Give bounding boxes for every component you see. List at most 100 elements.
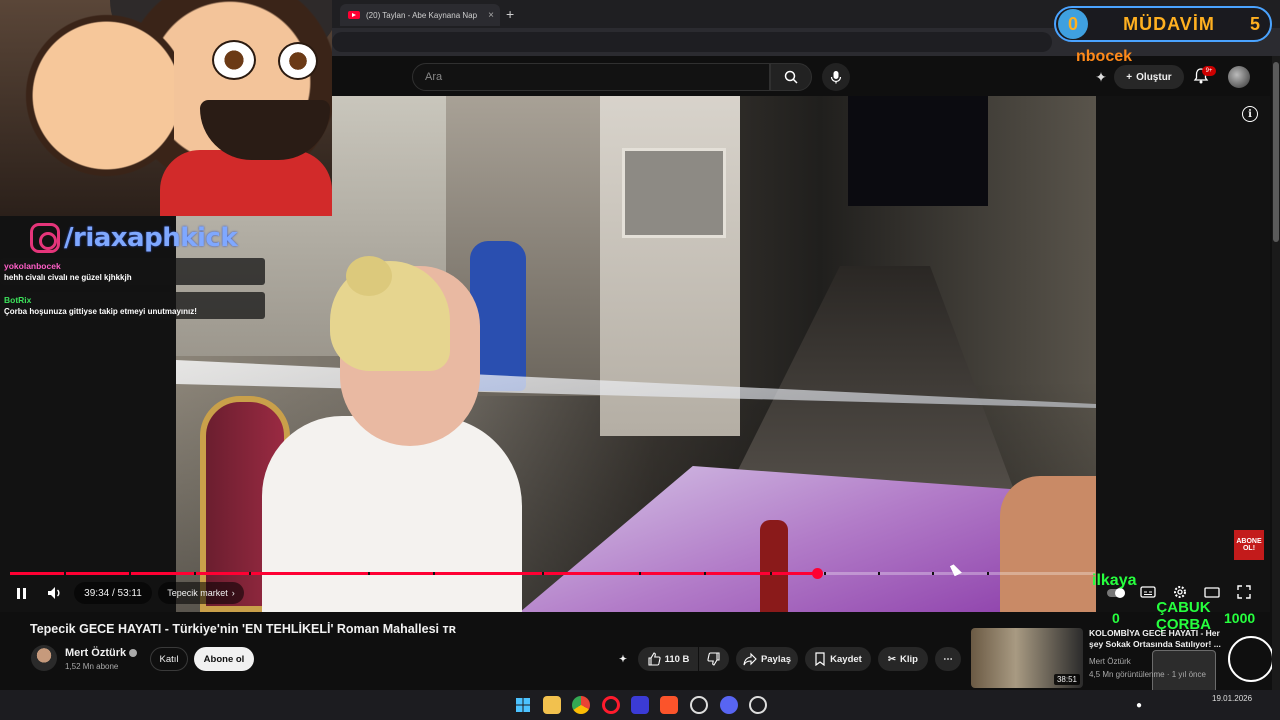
fullscreen-button[interactable] — [1236, 584, 1254, 602]
thumbs-down-icon — [707, 652, 720, 666]
mudavim-label: MÜDAVİM — [1123, 13, 1215, 34]
obs-icon[interactable] — [749, 696, 767, 714]
channel-name[interactable]: Mert Öztürk — [65, 647, 138, 659]
video-scene-sky — [848, 96, 988, 206]
voice-search-button[interactable] — [822, 63, 850, 91]
recommended-video-title[interactable]: KOLOMBİYA GECE HAYATI - Her şey Sokak Or… — [1089, 628, 1223, 650]
volume-icon — [48, 587, 60, 599]
corba-line: ÇABUK — [1156, 599, 1211, 616]
chat-message: yokolanbocek hehh civalı civalı ne güzel… — [0, 258, 265, 285]
instagram-handle-overlay: /riaxaphkick — [30, 222, 238, 254]
clip-label: Klip — [900, 653, 918, 665]
time-display: 39:34 / 53:11 — [74, 582, 152, 604]
theater-icon — [1204, 587, 1220, 598]
video-scene-hair-bun — [346, 256, 392, 296]
share-button[interactable]: Paylaş — [736, 647, 798, 671]
recommended-video-meta: 4,5 Mn görüntülenme · 1 yıl önce — [1089, 670, 1206, 679]
channel-avatar[interactable] — [31, 645, 57, 671]
chapter-marker — [878, 572, 880, 575]
chapter-marker — [194, 572, 197, 575]
share-icon — [743, 652, 757, 666]
taskbar-clock[interactable]: 19.01.2026 — [1212, 694, 1252, 704]
chapter-marker — [639, 572, 642, 575]
recommended-video-channel[interactable]: Mert Öztürk — [1089, 657, 1131, 666]
video-scene-window — [622, 148, 726, 238]
video-scene-bottle — [760, 520, 788, 612]
discord-icon[interactable] — [720, 696, 738, 714]
webcam-shirt — [160, 150, 332, 216]
recommended-video-thumbnail[interactable]: 38:51 — [971, 628, 1083, 688]
mudavim-level: 0 — [1058, 9, 1088, 39]
webcam-overlay — [0, 0, 332, 216]
remix-button[interactable]: ✦ — [612, 647, 634, 671]
chapter-button[interactable]: Tepecik market › — [158, 582, 244, 604]
subscribe-button[interactable]: Abone ol — [194, 647, 254, 671]
chat-message: BotRix Çorba hoşunuza gittiyse takip etm… — [0, 292, 265, 319]
browser-tab[interactable]: (20) Taylan - Abe Kaynana Nap × — [340, 4, 500, 26]
video-scene-arm — [1000, 476, 1096, 612]
abone-line: ABONE — [1236, 538, 1262, 545]
chapter-marker — [823, 572, 826, 575]
clock-date: 19.01.2026 — [1212, 694, 1253, 703]
scrollbar-thumb[interactable] — [1273, 62, 1279, 242]
windows-start-icon[interactable] — [514, 696, 532, 714]
app-icon[interactable] — [631, 696, 649, 714]
chevron-right-icon: › — [231, 588, 235, 598]
file-explorer-icon[interactable] — [543, 696, 561, 714]
search-input[interactable]: Ara — [412, 63, 770, 91]
channel-name-text: Mert Öztürk — [65, 647, 127, 659]
search-button[interactable] — [770, 63, 812, 91]
video-scene-person — [262, 416, 522, 612]
url-field[interactable] — [332, 32, 1052, 52]
chat-username: yokolanbocek — [4, 261, 61, 271]
pause-button[interactable] — [12, 584, 30, 602]
browser-tab-title: (20) Taylan - Abe Kaynana Nap — [366, 10, 478, 20]
chapter-marker — [368, 572, 371, 575]
fullscreen-icon — [1237, 585, 1251, 599]
subscriber-count: 1,52 Mn abone — [65, 662, 119, 671]
brave-icon[interactable] — [660, 696, 678, 714]
close-tab-icon[interactable]: × — [488, 10, 494, 21]
youtube-icon — [348, 11, 360, 19]
chrome-icon[interactable] — [572, 696, 590, 714]
like-button[interactable]: 110 B — [638, 647, 698, 671]
join-button[interactable]: Katıl — [150, 647, 188, 671]
chapter-marker — [64, 572, 67, 575]
opera-icon[interactable] — [602, 696, 620, 714]
subscribe-reminder-badge: ABONE OL! — [1234, 530, 1264, 560]
volume-button[interactable] — [44, 583, 66, 603]
progress-bar[interactable] — [10, 568, 1095, 579]
scissors-icon: ✂ — [888, 653, 896, 665]
mudavim-widget: 0 MÜDAVİM 5 — [1054, 6, 1272, 42]
recommended-video-duration: 38:51 — [1053, 674, 1080, 685]
instagram-handle: /riaxaphkick — [64, 223, 238, 253]
chapter-marker — [541, 572, 544, 575]
chapter-marker — [704, 572, 707, 575]
webcam-eye — [212, 40, 256, 80]
chapter-marker — [932, 572, 935, 575]
new-tab-button[interactable]: + — [506, 6, 514, 22]
chapter-marker — [248, 572, 251, 575]
save-button[interactable]: Kaydet — [805, 647, 871, 671]
chapter-label: Tepecik market — [167, 588, 228, 598]
account-avatar[interactable] — [1228, 66, 1250, 88]
more-actions-button[interactable]: ⋯ — [935, 647, 961, 671]
save-label: Kaydet — [830, 653, 862, 665]
corba-goal-target: 1000 — [1224, 610, 1256, 626]
clip-button[interactable]: ✂ Klip — [878, 647, 928, 671]
plus-icon: + — [1126, 71, 1133, 83]
microphone-icon[interactable]: ● — [1130, 696, 1148, 714]
chat-text: hehh civalı civalı ne güzel kjhkkjh — [4, 273, 132, 282]
chatgpt-icon[interactable] — [690, 696, 708, 714]
studio-icon[interactable]: ✦ — [1092, 68, 1110, 86]
sparkle-icon: ✦ — [619, 653, 627, 665]
create-button[interactable]: + Oluştur — [1114, 65, 1184, 89]
chat-username: BotRix — [4, 295, 32, 305]
dislike-button[interactable] — [699, 647, 729, 671]
verified-icon — [129, 649, 138, 658]
microphone-icon — [830, 71, 842, 84]
overlay-name: ilkaya — [1092, 572, 1137, 589]
corba-goal-current: 0 — [1112, 610, 1120, 626]
chapter-marker — [986, 572, 989, 575]
info-icon[interactable]: i — [1242, 106, 1258, 122]
